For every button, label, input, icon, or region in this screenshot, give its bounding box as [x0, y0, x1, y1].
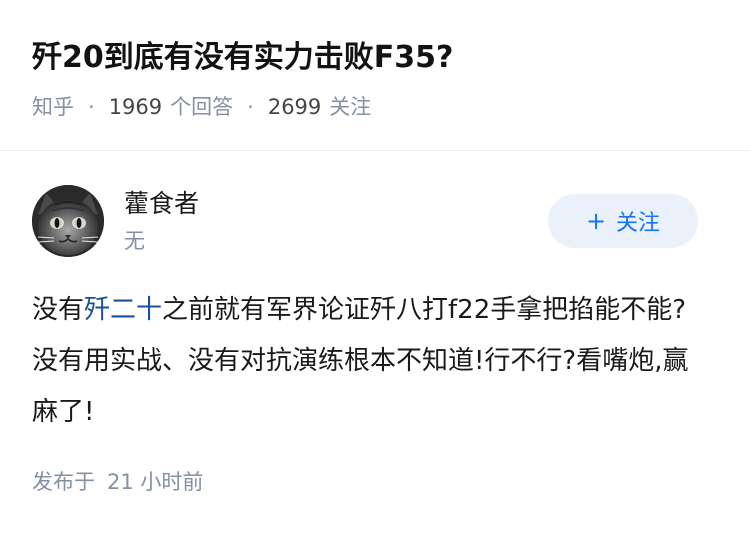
follower-count: 2699 [267, 95, 322, 119]
answer-count-label[interactable]: 个回答 [170, 92, 233, 122]
cat-avatar-icon[interactable] [32, 185, 104, 257]
question-meta: 知乎 · 1969 个回答 · 2699 关注 [32, 92, 718, 122]
answer-time-value: 21 小时前 [107, 470, 204, 494]
plus-icon: + [585, 207, 607, 235]
answer-time[interactable]: 发布于 21 小时前 [32, 467, 203, 497]
answer-card: 藿食者 无 + 关注 没有歼二十之前就有军界论证歼八打f22手拿把掐能不能?没有… [0, 151, 750, 534]
question-header: 歼20到底有没有实力击败F35? 知乎 · 1969 个回答 · 2699 关注 [0, 0, 750, 150]
answer-count[interactable]: 1969 [109, 92, 162, 122]
meta-separator: · [88, 95, 95, 119]
source-label: 知乎 [32, 95, 74, 119]
answer-text-prefix: 没有 [32, 295, 85, 325]
author-row: 藿食者 无 + 关注 [32, 185, 718, 261]
follow-button-label: 关注 [616, 211, 661, 236]
answer-time-label: 发布于 [32, 470, 95, 494]
question-title[interactable]: 歼20到底有没有实力击败F35? [32, 36, 718, 80]
author-headline: 无 [124, 229, 145, 253]
answer-topic-link[interactable]: 歼二十 [84, 295, 162, 325]
avatar-image [32, 185, 104, 257]
follower-count-label: 关注 [329, 95, 372, 119]
answer-content: 没有歼二十之前就有军界论证歼八打f22手拿把掐能不能?没有用实战、没有对抗演练根… [32, 285, 692, 438]
follow-button[interactable]: + 关注 [548, 194, 698, 248]
meta-separator: · [247, 95, 254, 119]
author-name[interactable]: 藿食者 [124, 187, 199, 221]
